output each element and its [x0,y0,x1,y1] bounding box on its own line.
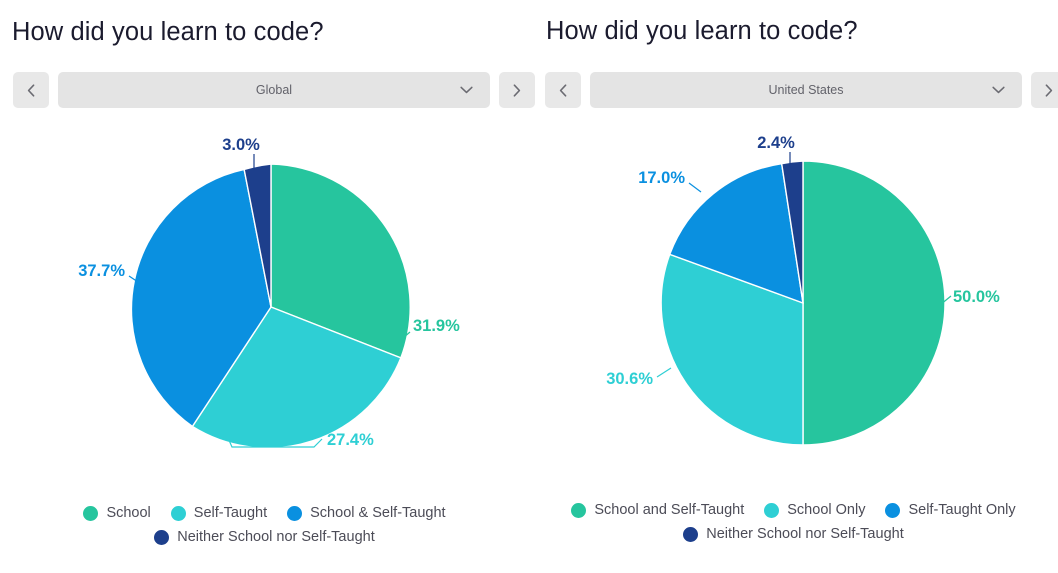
pie-label-cyan: 27.4% [327,431,374,449]
legend-dot-icon [170,505,186,521]
pie-label-blue: 37.7% [78,262,125,280]
legend-label: Neither School nor Self-Taught [706,526,904,542]
next-region-button[interactable] [1031,72,1058,108]
legend-row-primary: School and Self-Taught School Only Self-… [571,502,1016,518]
dashboard-root: How did you learn to code? Global 31.9% … [0,0,1058,573]
pie-label-green: 50.0% [953,288,1000,306]
region-select[interactable]: United States [590,72,1022,108]
legend-label: Self-Taught Only [908,502,1016,518]
pie-label-green: 31.9% [413,317,460,335]
chart-legend-united-states: School and Self-Taught School Only Self-… [529,502,1058,542]
legend-label: School & Self-Taught [310,505,446,521]
legend-label: School and Self-Taught [594,502,745,518]
legend-label: School [106,505,151,521]
region-select-value: Global [255,83,293,97]
pie-label-cyan: 30.6% [606,370,653,388]
page-title: How did you learn to code? [546,17,858,45]
pie-chart-united-states: 50.0% 30.6% 17.0% 2.4% [529,118,1058,488]
leader-line-cyan [656,367,672,378]
legend-label: School Only [787,502,866,518]
chevron-right-icon [1045,83,1053,97]
legend-item-neither[interactable]: Neither School nor Self-Taught [154,529,375,545]
chevron-right-icon [513,83,521,97]
legend-dot-icon [287,505,303,521]
legend-dot-icon [571,502,587,518]
chevron-left-icon [559,83,567,97]
legend-item-school[interactable]: School [83,505,151,521]
prev-region-button[interactable] [545,72,581,108]
pie-label-navy: 2.4% [757,134,795,152]
legend-item-neither[interactable]: Neither School nor Self-Taught [683,526,904,542]
pie-chart-global: 31.9% 27.4% 37.7% 3.0% [0,118,529,488]
chevron-left-icon [27,83,35,97]
leader-line-blue [688,182,702,193]
region-selector-row: Global [13,72,535,108]
legend-item-self-taught[interactable]: Self-Taught [170,505,268,521]
page-title: How did you learn to code? [12,18,324,46]
pie-slice-green[interactable] [802,160,946,446]
legend-row-secondary: Neither School nor Self-Taught [683,526,904,542]
legend-dot-icon [885,502,901,518]
chart-panel-united-states: How did you learn to code? United States [529,0,1058,573]
region-select-value: United States [768,83,844,97]
pie-label-navy: 3.0% [222,136,260,154]
legend-item-school-only[interactable]: School Only [764,502,865,518]
region-select[interactable]: Global [58,72,490,108]
legend-row-primary: School Self-Taught School & Self-Taught [83,505,446,521]
legend-dot-icon [683,526,699,542]
prev-region-button[interactable] [13,72,49,108]
legend-dot-icon [154,529,170,545]
region-selector-row: United States [545,72,1058,108]
chevron-down-icon [460,86,473,94]
chart-legend-global: School Self-Taught School & Self-Taught … [0,505,529,545]
chevron-down-icon [992,86,1005,94]
legend-row-secondary: Neither School nor Self-Taught [154,529,375,545]
legend-label: Self-Taught [193,505,268,521]
legend-dot-icon [83,505,99,521]
legend-label: Neither School nor Self-Taught [177,529,375,545]
chart-panel-global: How did you learn to code? Global 31.9% … [0,0,535,573]
legend-item-school-and-self-taught[interactable]: School & Self-Taught [287,505,446,521]
legend-dot-icon [764,502,780,518]
pie-label-blue: 17.0% [638,169,685,187]
legend-item-self-taught-only[interactable]: Self-Taught Only [885,502,1016,518]
legend-item-school-and-self-taught[interactable]: School and Self-Taught [571,502,744,518]
